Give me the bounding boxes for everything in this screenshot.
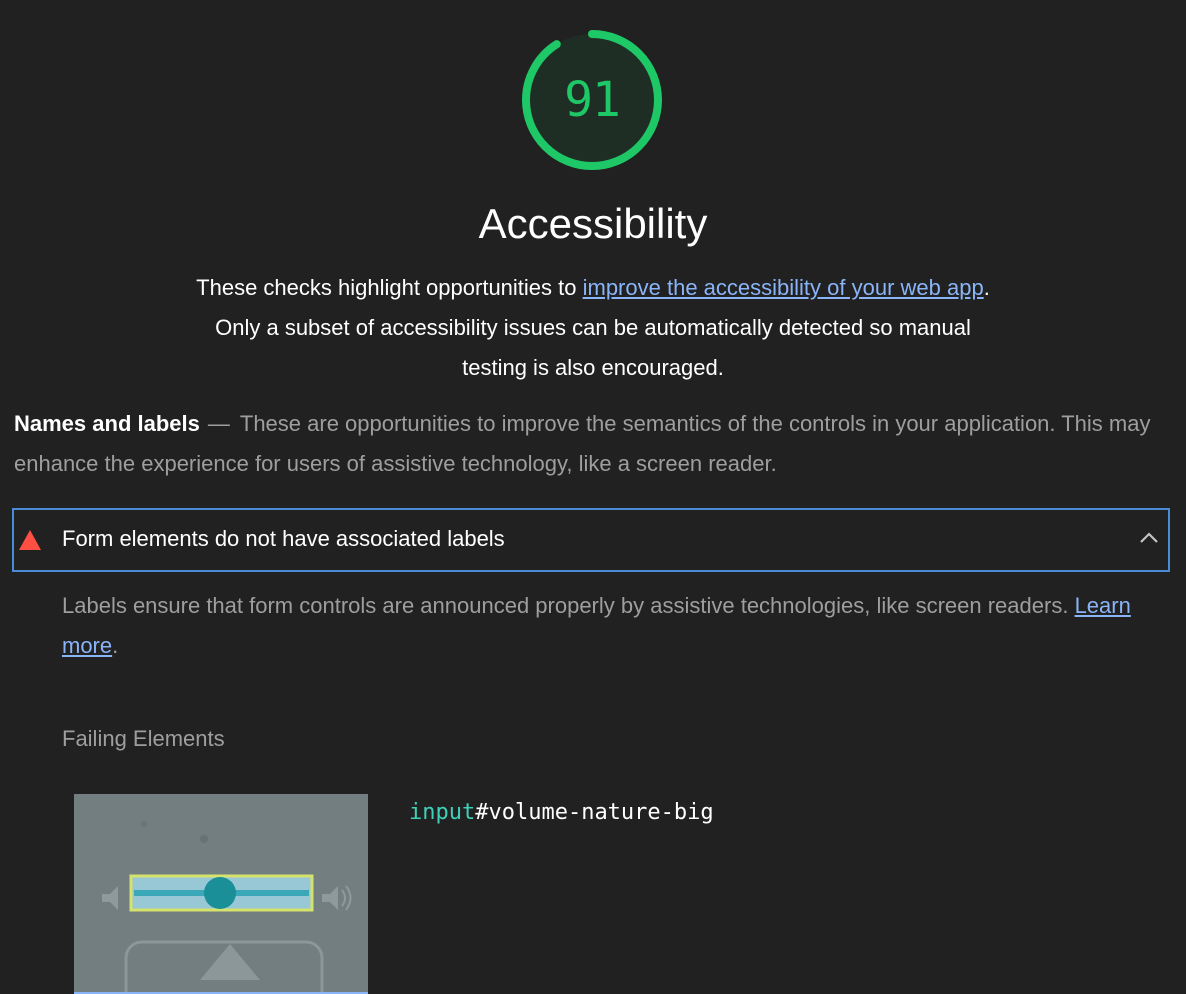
fail-triangle-icon [19, 530, 41, 550]
audit-title: Form elements do not have associated lab… [62, 526, 505, 551]
failing-elements-heading: Failing Elements [62, 726, 225, 751]
group-header: Names and labels — These are opportunities… [14, 404, 1174, 484]
selector-tag: input [409, 800, 476, 825]
selector-id: #volume-nature-big [475, 800, 714, 825]
audit-description-text: Labels ensure that form controls are ann… [62, 593, 1075, 618]
chevron-up-icon[interactable] [1138, 530, 1160, 546]
category-description: These checks highlight opportunities to … [193, 268, 993, 388]
element-screenshot [74, 794, 368, 994]
audit-summary-row[interactable]: Form elements do not have associated lab… [12, 508, 1170, 572]
group-separator: — [207, 411, 230, 436]
group-title: Names and labels [14, 411, 200, 436]
audit-description: Labels ensure that form controls are ann… [62, 586, 1142, 666]
lighthouse-report: 91 Accessibility These checks highlight … [0, 0, 1186, 994]
category-title: Accessibility [478, 200, 708, 247]
element-screenshot-image [74, 794, 368, 994]
score-value: 91 [564, 72, 621, 128]
score-gauge[interactable]: 91 [519, 27, 665, 173]
failing-element-selector: input#volume-nature-big [409, 800, 714, 825]
audit-description-end: . [112, 633, 119, 658]
category-description-text: These checks highlight opportunities to [196, 275, 583, 300]
accessibility-docs-link[interactable]: improve the accessibility of your web ap… [583, 275, 984, 300]
